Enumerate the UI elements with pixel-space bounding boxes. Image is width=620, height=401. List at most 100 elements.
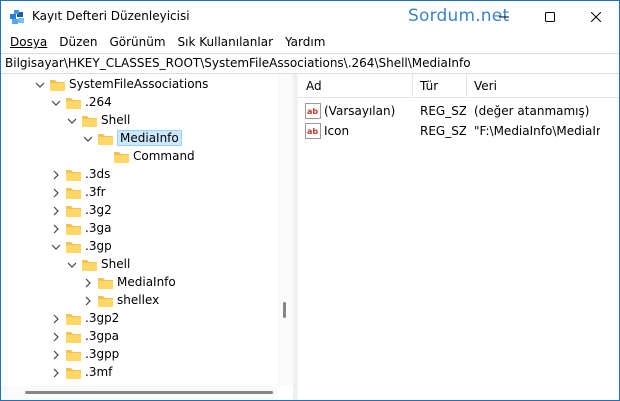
tree-node[interactable]: Shell: [1, 256, 281, 274]
chevron-right-icon[interactable]: [49, 222, 63, 236]
svg-text:ab: ab: [307, 107, 318, 116]
tree-node-label[interactable]: MediaInfo: [117, 130, 182, 146]
tree-node-label[interactable]: .3mf: [85, 365, 112, 379]
menu-sik-kullanilanlar[interactable]: Sık Kullanılanlar: [172, 32, 279, 53]
menu-gorunum-label: Görünüm: [109, 35, 166, 49]
minimize-icon: [499, 16, 509, 17]
address-bar[interactable]: Bilgisayar\HKEY_CLASSES_ROOT\SystemFileA…: [1, 53, 619, 74]
value-type: REG_SZ: [420, 124, 466, 138]
tree-node[interactable]: .3mf: [1, 364, 281, 382]
title-bar[interactable]: Kayıt Defteri Düzenleyicisi Sordum.net: [1, 1, 619, 32]
value-type: REG_SZ: [420, 104, 466, 118]
menu-sik-kullanilanlar-label: Sık Kullanılanlar: [177, 35, 273, 49]
tree-node[interactable]: MediaInfo: [1, 274, 281, 292]
tree-node[interactable]: .3fr: [1, 184, 281, 202]
tree-node[interactable]: shellex: [1, 292, 281, 310]
tree-node[interactable]: SystemFileAssociations: [1, 76, 281, 94]
chevron-down-icon[interactable]: [65, 114, 79, 128]
chevron-right-icon[interactable]: [49, 204, 63, 218]
folder-icon: [114, 152, 129, 163]
values-list[interactable]: Ad Tür Veri ab (Varsayılan) REG_SZ (değer a…: [298, 74, 619, 400]
tree-node-label[interactable]: MediaInfo: [117, 275, 176, 289]
menu-duzen-label: Düzen: [59, 35, 98, 49]
menu-dosya[interactable]: Dosya: [4, 32, 53, 53]
tree-node-label[interactable]: .3ga: [85, 221, 111, 235]
column-header-ad[interactable]: Ad: [306, 79, 322, 93]
tree-node-label[interactable]: .3fr: [85, 185, 106, 199]
chevron-down-icon[interactable]: [65, 258, 79, 272]
tree-node[interactable]: .3ds: [1, 166, 281, 184]
tree-node-label[interactable]: .3gpa: [85, 329, 119, 343]
folder-icon: [98, 296, 113, 307]
chevron-right-icon[interactable]: [49, 168, 63, 182]
chevron-right-icon[interactable]: [49, 186, 63, 200]
tree-node[interactable]: .3g2: [1, 202, 281, 220]
menu-dosya-label: Dosya: [10, 35, 48, 49]
folder-icon: [66, 170, 81, 181]
folder-icon: [50, 80, 65, 91]
tree-node[interactable]: .3gpp: [1, 346, 281, 364]
folder-icon: [66, 314, 81, 325]
folder-icon: [82, 116, 97, 127]
svg-text:ab: ab: [307, 127, 318, 136]
tree-node[interactable]: .264: [1, 94, 281, 112]
key-tree[interactable]: SystemFileAssociations .264 Shell MediaInfo…: [1, 74, 293, 386]
folder-icon: [98, 134, 113, 145]
tree-node-label[interactable]: Shell: [101, 257, 130, 271]
column-separator[interactable]: [466, 74, 467, 98]
chevron-down-icon[interactable]: [33, 78, 47, 92]
tree-node[interactable]: Command: [1, 148, 281, 166]
chevron-right-icon[interactable]: [49, 348, 63, 362]
tree-node[interactable]: .3gp: [1, 238, 281, 256]
menu-bar: Dosya Düzen Görünüm Sık Kullanılanlar Ya…: [1, 32, 619, 53]
chevron-right-icon[interactable]: [81, 276, 95, 290]
menu-gorunum[interactable]: Görünüm: [103, 32, 171, 53]
folder-icon: [66, 332, 81, 343]
tree-node[interactable]: MediaInfo: [1, 130, 281, 148]
folder-icon: [82, 260, 97, 271]
string-value-icon: ab: [305, 103, 321, 119]
chevron-right-icon[interactable]: [49, 330, 63, 344]
window-title: Kayıt Defteri Düzenleyicisi: [32, 9, 190, 23]
tree-vertical-scroll-thumb[interactable]: [283, 302, 286, 318]
tree-horizontal-scroll-thumb[interactable]: [25, 391, 273, 394]
minimize-button[interactable]: [481, 1, 527, 32]
tree-node-label[interactable]: Shell: [101, 113, 130, 127]
tree-node-label[interactable]: .3gp: [85, 239, 112, 253]
chevron-right-icon[interactable]: [49, 366, 63, 380]
tree-node-label[interactable]: .3g2: [85, 203, 112, 217]
maximize-button[interactable]: [527, 1, 573, 32]
value-data: (değer atanmamış): [474, 104, 590, 118]
tree-node[interactable]: Shell: [1, 112, 281, 130]
chevron-down-icon[interactable]: [81, 132, 95, 146]
menu-yardim[interactable]: Yardım: [279, 32, 331, 53]
tree-node-label[interactable]: .3gp2: [85, 311, 119, 325]
folder-icon: [66, 188, 81, 199]
value-row[interactable]: ab Icon REG_SZ "F:\MediaInfo\MediaInfo: [298, 121, 619, 141]
tree-node-label[interactable]: shellex: [117, 293, 159, 307]
tree-vertical-scrollbar[interactable]: [277, 74, 293, 386]
registry-app-icon: [10, 10, 24, 24]
tree-node-label[interactable]: Command: [133, 149, 195, 163]
tree-node[interactable]: .3gpa: [1, 328, 281, 346]
tree-node-label[interactable]: SystemFileAssociations: [69, 77, 208, 91]
chevron-down-icon[interactable]: [49, 96, 63, 110]
column-separator[interactable]: [412, 74, 413, 98]
tree-node[interactable]: .3ga: [1, 220, 281, 238]
tree-node-label[interactable]: .3ds: [85, 167, 110, 181]
chevron-right-icon[interactable]: [49, 312, 63, 326]
menu-duzen[interactable]: Düzen: [53, 32, 103, 53]
folder-icon: [66, 242, 81, 253]
folder-icon: [66, 350, 81, 361]
folder-icon: [98, 278, 113, 289]
chevron-down-icon[interactable]: [49, 240, 63, 254]
column-header-veri[interactable]: Veri: [474, 79, 497, 93]
chevron-right-icon[interactable]: [81, 294, 95, 308]
tree-node[interactable]: .3gp2: [1, 310, 281, 328]
tree-node-label[interactable]: .264: [85, 95, 112, 109]
close-button[interactable]: [573, 1, 619, 32]
column-header-tur[interactable]: Tür: [420, 79, 438, 93]
value-row[interactable]: ab (Varsayılan) REG_SZ (değer atanmamış): [298, 101, 619, 121]
value-name: (Varsayılan): [324, 104, 396, 118]
tree-node-label[interactable]: .3gpp: [85, 347, 119, 361]
